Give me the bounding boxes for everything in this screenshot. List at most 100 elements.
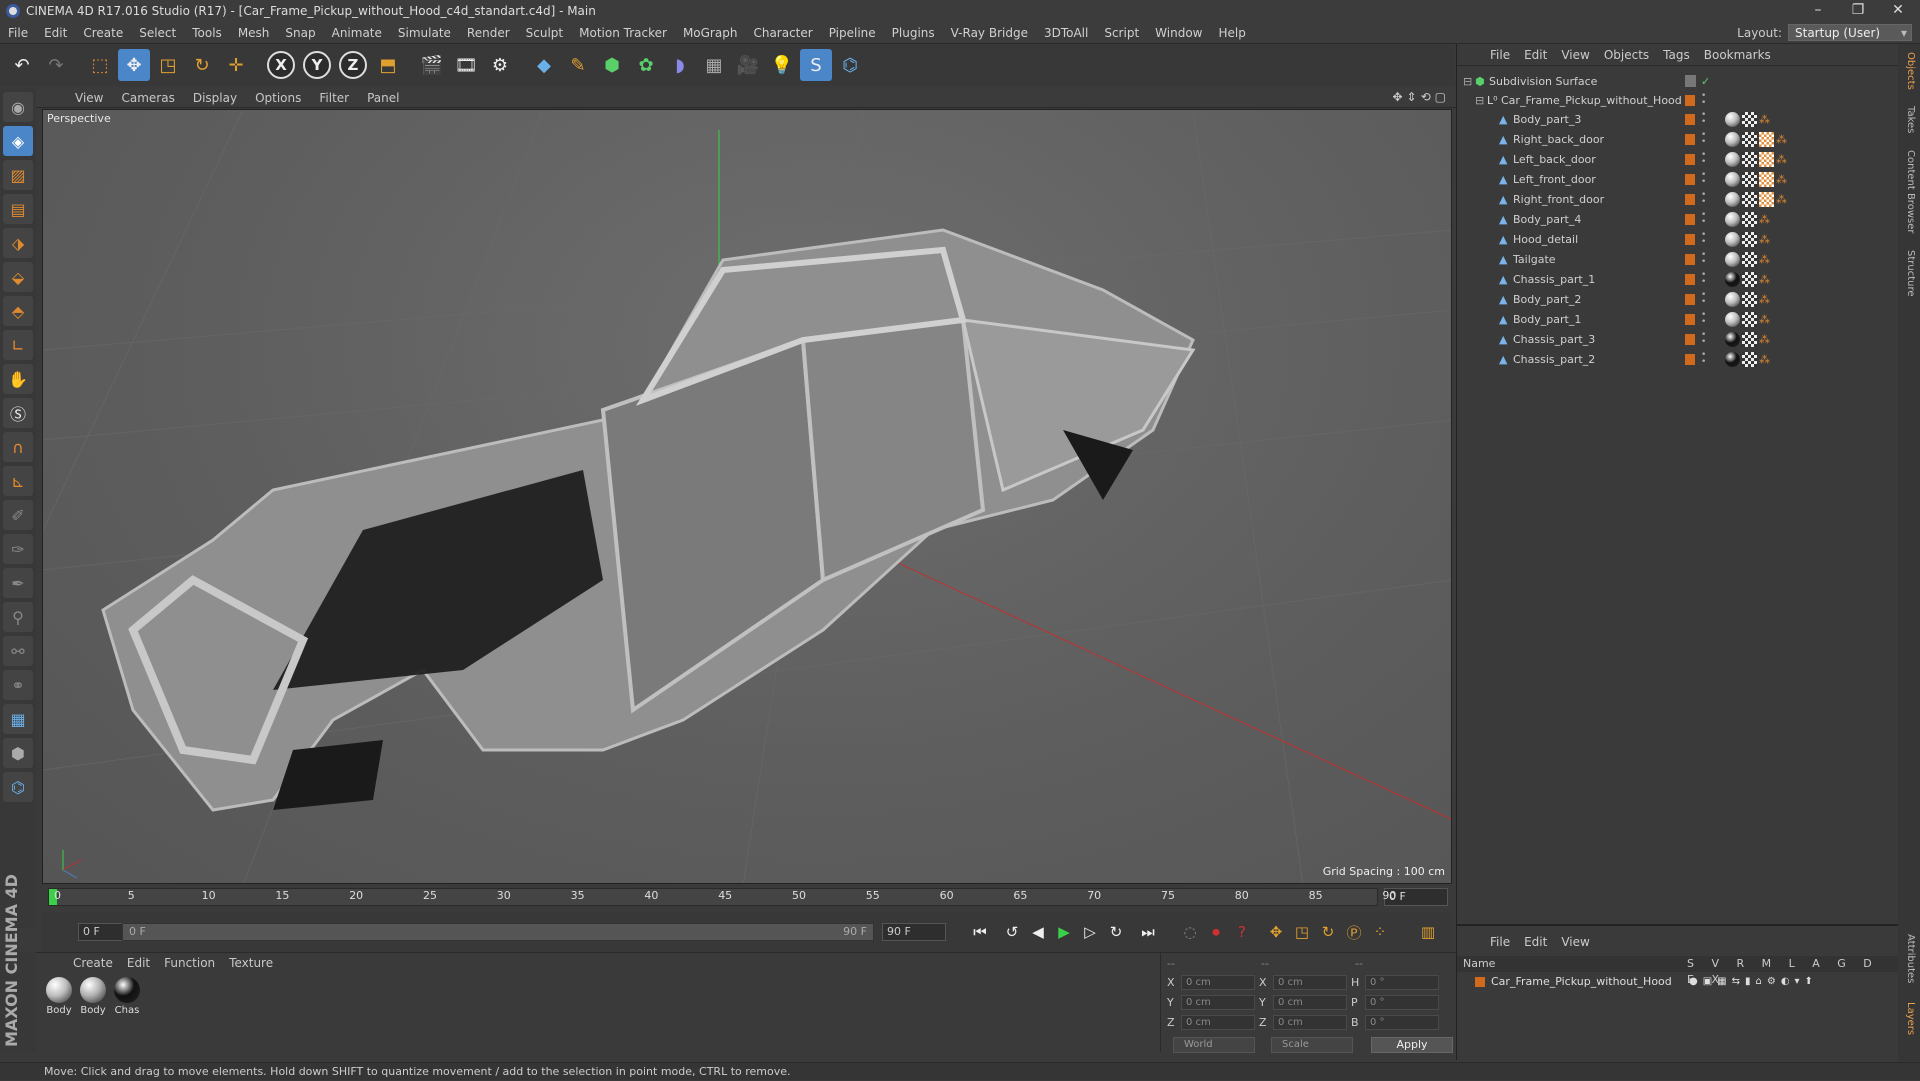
material-tag-icon[interactable]	[1725, 232, 1740, 247]
layer-swatch[interactable]	[1685, 274, 1695, 285]
light-icon[interactable]: 💡	[766, 49, 798, 81]
make-editable-icon[interactable]: ◉	[3, 92, 33, 122]
visibility-dots[interactable]: • •	[1701, 131, 1706, 147]
phong-tag-icon[interactable]: ⁂	[1776, 172, 1791, 187]
menu-plugins[interactable]: Plugins	[884, 26, 943, 40]
tab-content-browser[interactable]: Content Browser	[1905, 150, 1916, 233]
menu-tools[interactable]: Tools	[184, 26, 230, 40]
python-script-icon[interactable]: ⌬	[834, 49, 866, 81]
timeline-track[interactable]	[48, 888, 1378, 906]
material-menu-function[interactable]: Function	[157, 956, 222, 970]
enabled-check-icon[interactable]: ✓	[1701, 72, 1710, 91]
layer-swatch[interactable]	[1685, 254, 1695, 265]
render-picture-viewer-icon[interactable]: 🎞	[450, 49, 482, 81]
subdivision-generator-icon[interactable]: ⬢	[596, 49, 628, 81]
brush-icon[interactable]: ✐	[3, 500, 33, 530]
key-pla-icon[interactable]: ⁘	[1368, 921, 1392, 943]
menu-select[interactable]: Select	[131, 26, 184, 40]
layer-menu-view[interactable]: View	[1554, 935, 1596, 949]
y-axis-lock-icon[interactable]: Y	[303, 51, 331, 79]
object-menu-bookmarks[interactable]: Bookmarks	[1697, 48, 1778, 62]
menu-mograph[interactable]: MoGraph	[675, 26, 746, 40]
layer-swatch[interactable]	[1685, 114, 1695, 125]
redo-icon[interactable]: ↷	[40, 49, 72, 81]
layer-swatch[interactable]	[1685, 214, 1695, 225]
move-tool-icon[interactable]: ✥	[118, 49, 150, 81]
menu-character[interactable]: Character	[745, 26, 820, 40]
layer-swatch[interactable]	[1685, 95, 1695, 106]
go-to-start-icon[interactable]: ⏮	[968, 921, 992, 943]
menu-file[interactable]: File	[0, 26, 36, 40]
phong-tag-icon[interactable]: ⁂	[1759, 352, 1774, 367]
undo-icon[interactable]: ↶	[6, 49, 38, 81]
material-tag-icon[interactable]	[1725, 152, 1740, 167]
visibility-dots[interactable]: • •	[1701, 271, 1706, 287]
visibility-dots[interactable]: • •	[1701, 351, 1706, 367]
uvw-tag-icon[interactable]	[1742, 112, 1757, 127]
next-frame-icon[interactable]: ▷	[1078, 921, 1102, 943]
axis-mode-icon[interactable]: ∟	[3, 330, 33, 360]
workplane-axis-icon[interactable]: ⊾	[3, 466, 33, 496]
tab-takes[interactable]: Takes	[1905, 106, 1916, 133]
object-row[interactable]: ▲ Body_part_1 • • ⁂	[1457, 310, 1899, 329]
object-menu-tags[interactable]: Tags	[1656, 48, 1697, 62]
record-keys-icon[interactable]: ◌	[1178, 921, 1202, 943]
uvw-tag-icon[interactable]	[1742, 312, 1757, 327]
layer-swatch[interactable]	[1685, 174, 1695, 185]
tab-layers[interactable]: Layers	[1905, 1002, 1916, 1035]
phong-tag-icon[interactable]: ⁂	[1759, 332, 1774, 347]
menu-animate[interactable]: Animate	[324, 26, 390, 40]
sculpt-grab-icon[interactable]: ⚯	[3, 636, 33, 666]
menu-pipeline[interactable]: Pipeline	[821, 26, 884, 40]
texture-mode-icon[interactable]: ▨	[3, 160, 33, 190]
visibility-dots[interactable]: • •	[1701, 251, 1706, 267]
object-row[interactable]: ▲ Right_front_door • • ⁂	[1457, 190, 1899, 209]
visibility-dots[interactable]: • •	[1701, 331, 1706, 347]
tab-objects[interactable]: Objects	[1905, 52, 1916, 90]
layer-swatch[interactable]	[1685, 294, 1695, 305]
uvw-tag-icon[interactable]	[1742, 332, 1757, 347]
object-row[interactable]: ▲ Chassis_part_1 • • ⁂	[1457, 270, 1899, 289]
apply-button[interactable]: Apply	[1371, 1037, 1453, 1053]
coord-input[interactable]: 0 cm	[1181, 975, 1255, 990]
magnet-icon[interactable]: ∩	[3, 432, 33, 462]
menu-window[interactable]: Window	[1147, 26, 1210, 40]
menu-snap[interactable]: Snap	[277, 26, 323, 40]
material-tag-icon[interactable]	[1725, 352, 1740, 367]
phong-tag-icon[interactable]: ⁂	[1776, 132, 1791, 147]
pen-spline-icon[interactable]: ✎	[562, 49, 594, 81]
sculpt-inflate-icon[interactable]: ⚲	[3, 602, 33, 632]
object-row[interactable]: ▲ Body_part_4 • • ⁂	[1457, 210, 1899, 229]
object-row[interactable]: ▲ Body_part_2 • • ⁂	[1457, 290, 1899, 309]
timeline-window-icon[interactable]: ▥	[1416, 921, 1440, 943]
viewport-menu-options[interactable]: Options	[246, 91, 310, 105]
render-settings-icon[interactable]: ⚙	[484, 49, 516, 81]
grid-snap-icon[interactable]: ▦	[3, 704, 33, 734]
menu-edit[interactable]: Edit	[36, 26, 75, 40]
layer-color-swatch[interactable]	[1475, 977, 1485, 987]
material-tag-icon[interactable]	[1725, 112, 1740, 127]
uvw-tag-icon[interactable]	[1742, 292, 1757, 307]
layer-swatch[interactable]	[1685, 234, 1695, 245]
object-row[interactable]: ▲ Hood_detail • • ⁂	[1457, 230, 1899, 249]
uvw-tag-icon[interactable]	[1742, 232, 1757, 247]
end-frame-field[interactable]: 90 F	[882, 923, 946, 941]
z-axis-lock-icon[interactable]: Z	[339, 51, 367, 79]
material-tag-icon[interactable]	[1725, 332, 1740, 347]
camera-icon[interactable]: 🎥	[732, 49, 764, 81]
coord-input[interactable]: 0 cm	[1273, 1015, 1347, 1030]
coord-input[interactable]: 0 cm	[1181, 1015, 1255, 1030]
material-tag-icon[interactable]	[1725, 172, 1740, 187]
phong-tag-icon[interactable]: ⁂	[1759, 272, 1774, 287]
minimize-button[interactable]: –	[1798, 0, 1838, 22]
material-tag-icon[interactable]	[1725, 252, 1740, 267]
object-menu-file[interactable]: File	[1483, 48, 1517, 62]
object-row[interactable]: ▲ Left_front_door • • ⁂	[1457, 170, 1899, 189]
layout-dropdown[interactable]: Startup (User)	[1788, 24, 1912, 42]
visibility-dots[interactable]: • •	[1701, 211, 1706, 227]
material-swatch[interactable]: Body	[44, 977, 74, 1016]
floor-environment-icon[interactable]: ▦	[698, 49, 730, 81]
keyframe-selection-icon[interactable]: ?	[1230, 921, 1254, 943]
layer-swatch[interactable]	[1685, 75, 1696, 87]
menu-help[interactable]: Help	[1210, 26, 1253, 40]
